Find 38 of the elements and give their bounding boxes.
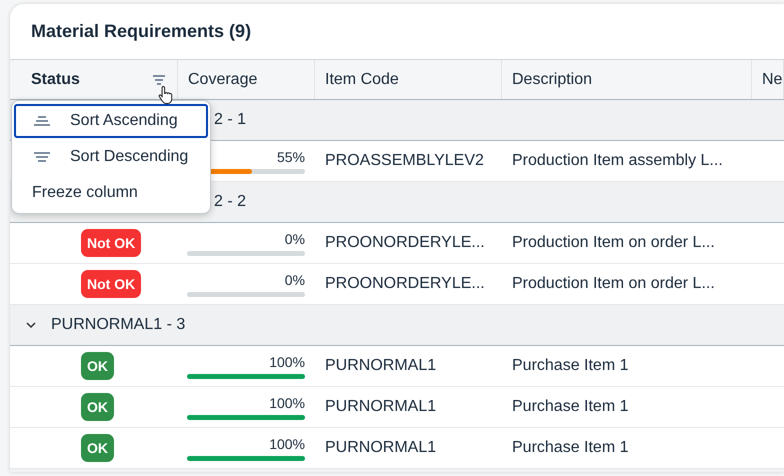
group-label: PURNORMAL1 - 3	[51, 316, 186, 334]
column-header[interactable]: Item Code	[315, 60, 502, 99]
card-title: Material Requirements (9)	[30, 20, 252, 43]
coverage-percent: 0%	[284, 272, 305, 288]
item-code: PURNORMAL1	[325, 439, 436, 457]
coverage-percent: 100%	[269, 394, 305, 410]
group-label: 2 - 1	[214, 111, 246, 129]
menu-item[interactable]: Sort Ascending	[14, 104, 208, 138]
item-description: Purchase Item 1	[512, 439, 628, 457]
status-badge: Not OK	[81, 270, 142, 298]
item-description: Purchase Item 1	[512, 357, 628, 375]
status-badge: Not OK	[81, 229, 142, 257]
status-badge: OK	[81, 393, 114, 421]
item-code: PURNORMAL1	[325, 398, 436, 416]
item-code: PURNORMAL1	[325, 357, 436, 375]
menu-item[interactable]: Freeze column	[14, 176, 208, 210]
status-badge: OK	[81, 352, 114, 380]
coverage-percent: 0%	[284, 230, 305, 246]
chevron-icon[interactable]	[26, 322, 36, 328]
item-code: PROONORDERYLE...	[325, 234, 485, 252]
column-header[interactable]: Coverage	[178, 60, 315, 99]
sort-ascending-icon	[34, 116, 50, 126]
item-description: Production Item on order L...	[512, 275, 715, 293]
filter-icon[interactable]	[153, 74, 165, 84]
item-description: Purchase Item 1	[512, 398, 628, 416]
status-badge: OK	[81, 434, 114, 462]
item-description: Production Item assembly L...	[512, 152, 723, 170]
item-code: PROASSEMBLYLEV2	[325, 152, 484, 170]
item-description: Production Item on order L...	[512, 234, 715, 252]
item-code: PROONORDERYLE...	[325, 275, 485, 293]
group-label: 2 - 2	[214, 193, 246, 211]
coverage-percent: 100%	[269, 354, 305, 370]
column-header[interactable]: Ne	[752, 60, 784, 99]
sort-descending-icon	[34, 152, 50, 162]
coverage-percent: 100%	[269, 436, 305, 452]
coverage-percent: 55%	[276, 148, 305, 164]
menu-item[interactable]: Sort Descending	[14, 140, 208, 174]
column-header[interactable]: Description	[502, 60, 752, 99]
